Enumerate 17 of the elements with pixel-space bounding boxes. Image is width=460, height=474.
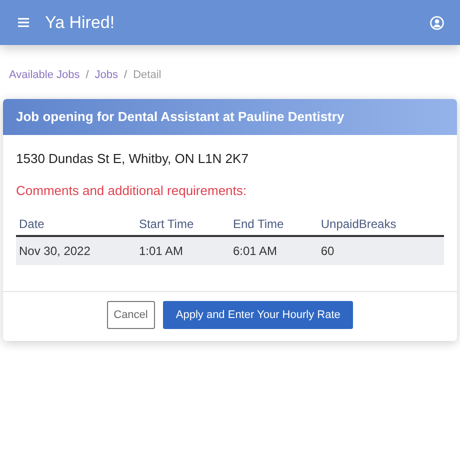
cancel-button[interactable]: Cancel — [106, 300, 155, 329]
table-cell: Nov 30, 2022 — [16, 236, 136, 264]
table-cell: 60 — [318, 236, 444, 264]
breadcrumb-current: Detail — [133, 69, 162, 81]
card-header: Job opening for Dental Assistant at Pauline Dentistry — [3, 99, 457, 134]
breadcrumb-link[interactable]: Available Jobs — [9, 69, 80, 81]
table-cell: 6:01 AM — [230, 236, 318, 264]
apply-button[interactable]: Apply and Enter Your Hourly Rate — [162, 300, 354, 329]
breadcrumb-separator: / — [124, 69, 128, 81]
breadcrumb-link[interactable]: Jobs — [94, 69, 118, 81]
app-title: Ya Hired! — [45, 12, 115, 34]
table-cell: 1:01 AM — [136, 236, 230, 264]
address-text: 1530 Dundas St E, Whitby, ON L1N 2K7 — [16, 150, 250, 168]
account-icon[interactable] — [430, 16, 444, 30]
menu-icon[interactable] — [18, 18, 29, 27]
breadcrumb-separator: / — [86, 69, 89, 81]
comments-label: Comments and additional requirements: — [16, 182, 248, 200]
